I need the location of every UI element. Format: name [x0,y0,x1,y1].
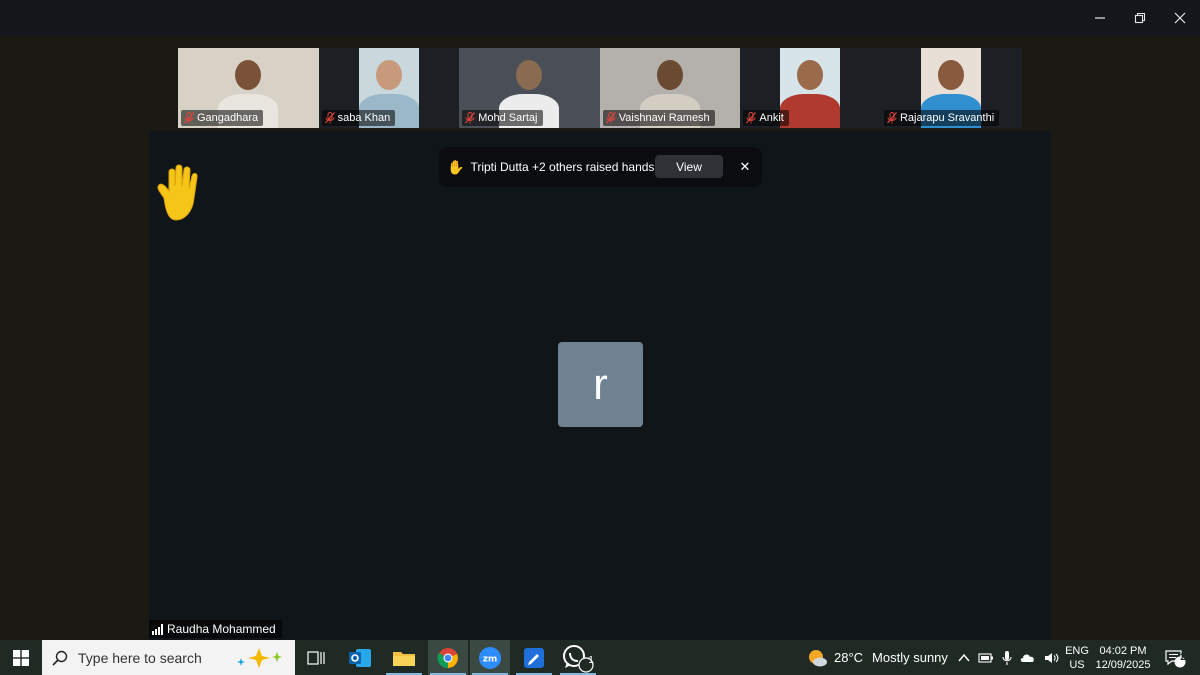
search-box[interactable]: Type here to search [42,640,295,675]
chrome-icon [437,647,458,668]
participant-face [937,60,964,90]
clock[interactable]: 04:02 PM 12/09/2025 [1094,640,1152,675]
mic-muted-icon [746,112,757,124]
lang-bottom: US [1069,658,1085,671]
avatar: r [558,342,643,427]
raised-hand-small-icon: ✋ [447,158,465,175]
zoom-window: Gangadhara saba Khan Mohd Sartaj Vaishnavi … [0,0,1200,640]
whatsapp-badge: 1 [588,655,594,666]
participant-tile[interactable]: Mohd Sartaj [459,48,600,128]
outlook-icon [349,648,371,667]
participant-name: Ankit [759,112,784,124]
minimize-button[interactable] [1080,0,1120,36]
app-button[interactable] [514,640,554,675]
participant-strip: Gangadhara saba Khan Mohd Sartaj Vaishnavi … [178,48,1022,128]
zoom-button[interactable]: zm [470,640,510,675]
battery-icon[interactable] [978,652,994,664]
weather-widget[interactable]: 28°C Mostly sunny [806,640,948,675]
partly-sunny-icon [809,649,827,666]
outlook-button[interactable] [340,640,380,675]
mic-muted-icon [184,112,194,124]
zoom-icon: zm [479,646,501,669]
raised-hand-icon [157,164,198,221]
participant-name: Vaishnavi Ramesh [618,112,710,124]
lang-top: ENG [1065,644,1089,657]
participant-name-label: Mohd Sartaj [462,110,543,126]
notification-badge: 2 [1180,652,1186,663]
search-placeholder: Type here to search [78,649,202,666]
edit-app-icon [524,647,544,668]
taskbar: Type here to search zm 1 28°C Mostly sun… [0,640,1200,675]
participant-tile[interactable]: Rajarapu Sravanthi [880,48,1022,128]
minimize-icon [1095,17,1105,19]
restore-icon [1134,12,1146,24]
signal-icon [152,623,163,635]
whatsapp-button[interactable]: 1 [558,640,598,675]
start-button[interactable] [0,640,42,675]
close-notification-button[interactable]: ✕ [735,157,755,177]
notification-text: Tripti Dutta +2 others raised hands [470,160,655,174]
participant-name-label: Rajarapu Sravanthi [883,110,1000,126]
mic-muted-icon [886,112,897,124]
language-indicator[interactable]: ENG US [1064,640,1090,675]
clock-time: 04:02 PM [1099,644,1147,657]
mic-muted-icon [465,112,476,124]
participant-body [780,94,841,128]
view-button[interactable]: View [655,155,723,178]
restore-button[interactable] [1120,0,1160,36]
notification-center-button[interactable]: 2 [1160,640,1190,675]
weather-desc: Mostly sunny [872,650,948,665]
onedrive-icon[interactable] [1020,652,1036,664]
active-speaker-label: Raudha Mohammed [149,620,282,638]
raised-hands-notification: ✋ Tripti Dutta +2 others raised hands Vi… [439,147,762,187]
chrome-button[interactable] [428,640,468,675]
participant-tile[interactable]: Gangadhara [178,48,319,128]
mic-muted-icon [605,112,616,124]
search-highlight-icon [237,648,282,668]
participant-face [235,60,261,90]
participant-face [656,60,683,90]
participant-name: Mohd Sartaj [478,112,538,124]
volume-icon[interactable] [1044,651,1060,665]
participant-face [375,60,402,90]
participant-name-label: Ankit [743,110,789,126]
mic-muted-icon [324,112,335,124]
system-tray [958,640,1060,675]
weather-temp: 28°C [834,650,864,665]
participant-name: Gangadhara [197,112,259,124]
windows-logo-icon [13,649,29,666]
participant-name: Rajarapu Sravanthi [899,112,995,124]
participant-name-label: saba Khan [321,110,396,126]
participant-tile[interactable]: saba Khan [318,48,460,128]
participant-tile[interactable]: Ankit [740,48,881,128]
speaker-name: Raudha Mohammed [167,622,276,636]
participant-name: saba Khan [337,112,391,124]
task-view-icon [307,650,325,665]
clock-date: 12/09/2025 [1095,658,1151,671]
participant-face [516,60,543,90]
task-view-button[interactable] [296,640,336,675]
participant-name-label: Vaishnavi Ramesh [602,110,715,126]
search-icon [52,650,68,666]
microphone-icon[interactable] [1002,650,1012,666]
svg-text:zm: zm [483,654,498,664]
close-icon [1174,12,1186,24]
participant-name-label: Gangadhara [181,110,264,126]
close-window-button[interactable] [1160,0,1200,36]
chevron-up-icon[interactable] [958,652,970,664]
file-explorer-button[interactable] [384,640,424,675]
folder-icon [393,651,415,666]
title-bar [0,0,1200,36]
participant-tile[interactable]: Vaishnavi Ramesh [599,48,741,128]
